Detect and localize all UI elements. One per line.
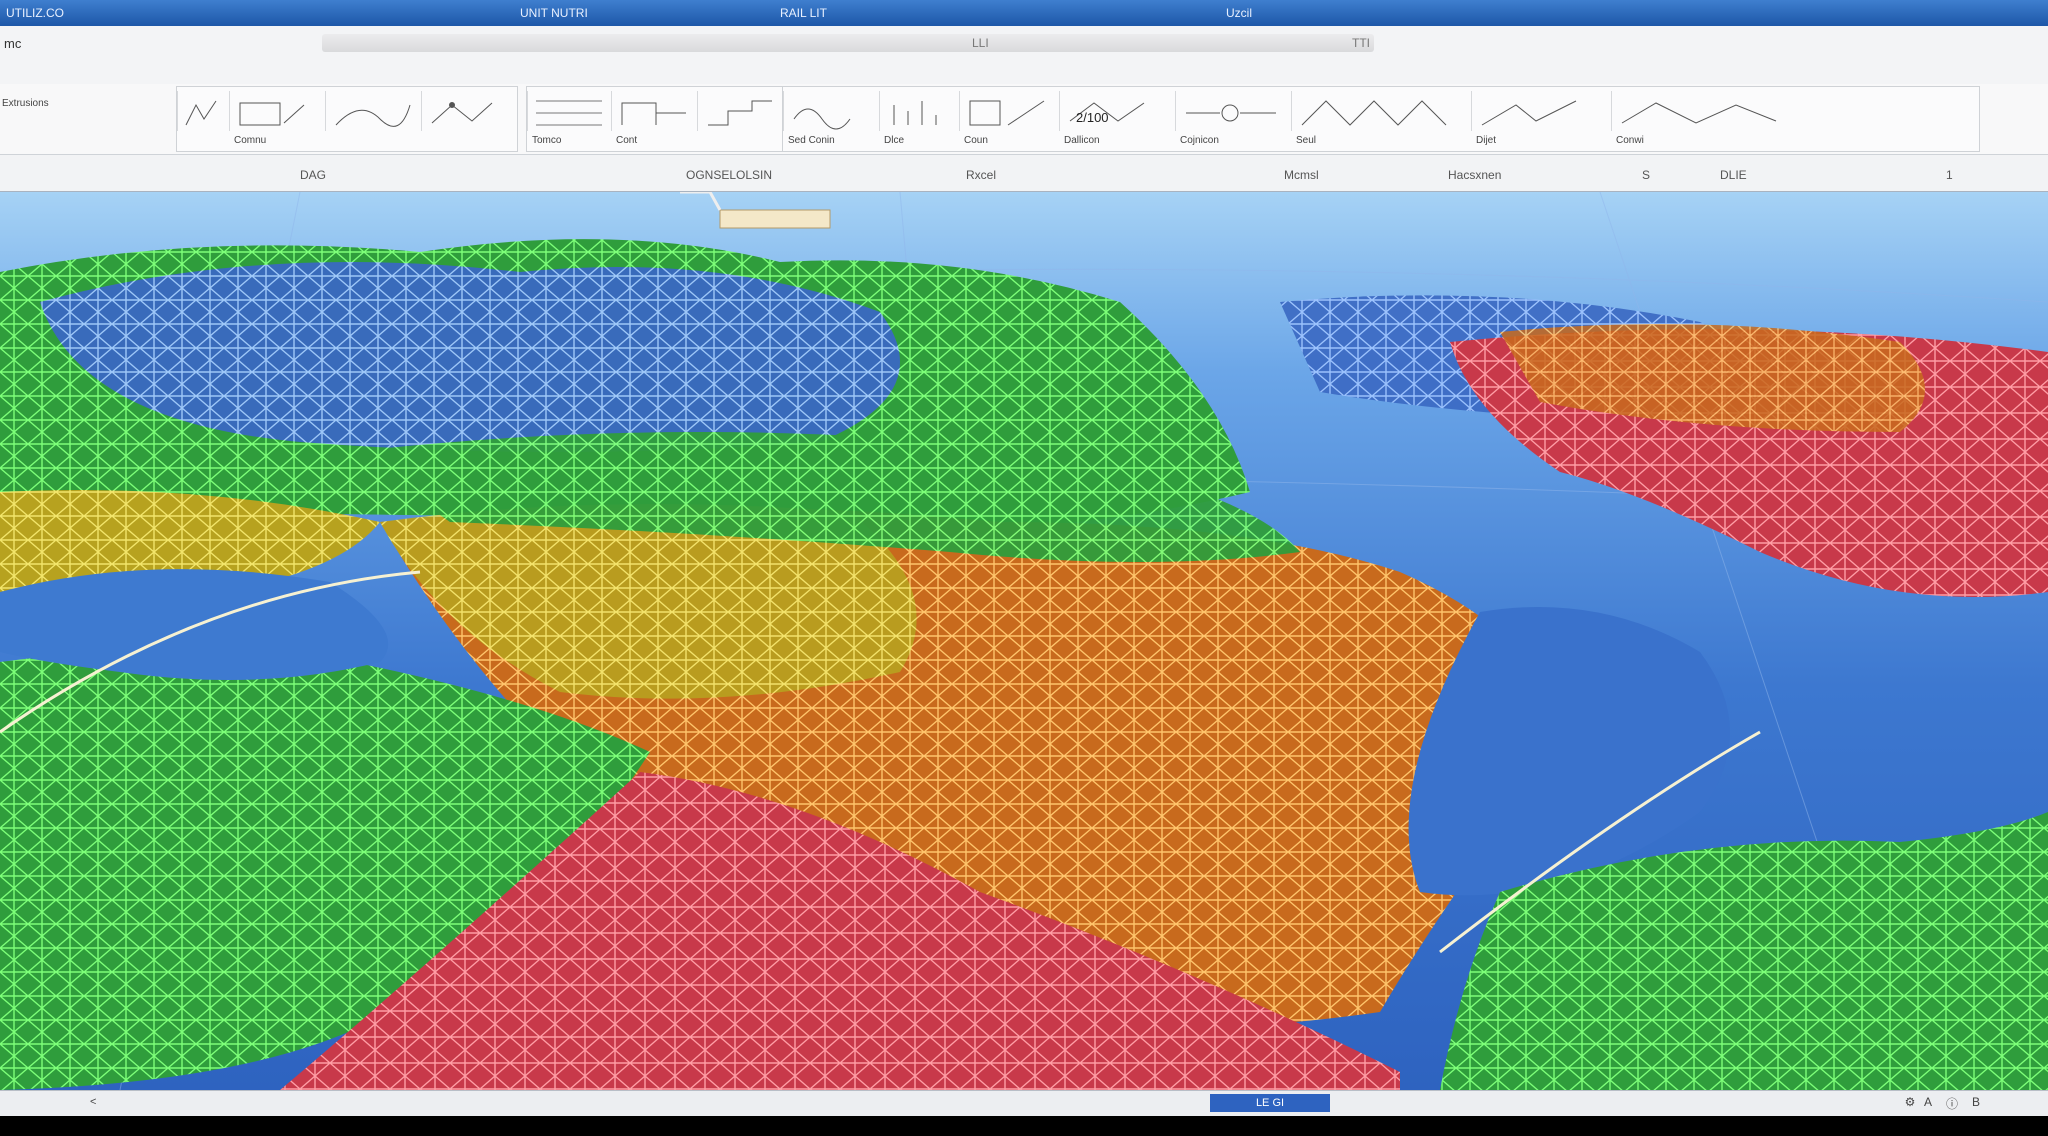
tool-caption: Sed Conin <box>788 135 835 146</box>
ribbon-group-1: Comnu <box>176 86 518 152</box>
title-mid: UNIT NUTRI <box>520 6 588 20</box>
tool-seul[interactable]: Seul <box>1291 91 1472 146</box>
panel-label: Extrusions <box>2 98 49 109</box>
status-s: S <box>1642 168 1651 182</box>
tool-network[interactable] <box>421 91 518 131</box>
tool-dlce[interactable]: Dlce <box>879 91 960 146</box>
doc-right: TTI <box>1352 36 1370 50</box>
wave-icon <box>793 108 851 130</box>
doc-title: LLI <box>972 36 989 50</box>
title-left: UTILIZ.CO <box>6 6 65 20</box>
status-1: 1 <box>1946 168 1953 182</box>
tool-caption: Cojnicon <box>1180 135 1219 146</box>
shape-icon <box>239 102 305 126</box>
title-center: RAIL LIT <box>780 6 827 20</box>
scroll-left-button[interactable]: < <box>90 1096 96 1108</box>
b-icon[interactable]: B <box>1968 1095 1984 1111</box>
status-right3: DLIE <box>1720 168 1747 182</box>
map-viewport[interactable] <box>0 192 2048 1090</box>
link-icon <box>1186 104 1276 122</box>
tool-caption: Dlce <box>884 135 905 146</box>
spark-icon <box>1481 100 1577 126</box>
branch-icon <box>621 102 686 125</box>
status-right2: Hacsxnen <box>1448 168 1502 182</box>
grid-icon <box>536 100 602 126</box>
tool-coun[interactable]: Coun <box>959 91 1060 146</box>
tool-caption: Tomco <box>532 135 562 146</box>
ribbon-toolbar: Extrusions Comnu Tomco Cont Sed Conin Dl… <box>0 84 2048 155</box>
terrain-mesh[interactable] <box>0 192 2048 1090</box>
ribbon-group-2: Tomco Cont <box>526 86 784 152</box>
gear-icon[interactable]: ⚙ <box>1902 1095 1918 1111</box>
curve-icon <box>335 104 411 127</box>
polyline-icon <box>185 100 217 126</box>
status-center: OGNSELOLSIN <box>686 168 773 182</box>
status-right1: Mcmsl <box>1284 168 1319 182</box>
sketch-icon <box>1621 102 1777 124</box>
tool-caption: Dallicon <box>1064 135 1100 146</box>
tool-cojnicon[interactable]: Cojnicon <box>1175 91 1292 146</box>
a-icon[interactable]: A <box>1920 1095 1936 1111</box>
tool-comnu[interactable]: Comnu <box>229 91 326 146</box>
tool-caption: Comnu <box>234 135 267 146</box>
vessel-marker <box>680 192 831 229</box>
tab-active[interactable]: LE GI <box>1210 1094 1330 1112</box>
tool-caption: Conwi <box>1616 135 1644 146</box>
bottom-bar: < LE GI ⚙ A ⓘ B <box>0 1090 2048 1117</box>
value-display: 2/100 <box>1076 110 1109 125</box>
tool-conwi[interactable]: Conwi <box>1611 91 1796 146</box>
info-icon[interactable]: ⓘ <box>1944 1095 1960 1111</box>
step-icon <box>708 100 772 126</box>
status-mid: Rxcel <box>966 168 997 182</box>
tool-step[interactable] <box>697 91 784 131</box>
tool-caption: Coun <box>964 135 988 146</box>
frame-icon <box>969 100 1045 126</box>
tool-caption: Dijet <box>1476 135 1497 146</box>
bars-icon <box>893 101 937 125</box>
status-dag: DAG <box>300 168 327 182</box>
menu-row: mc LLI TTI <box>0 26 2048 85</box>
tool-tomco[interactable]: Tomco <box>527 91 612 146</box>
network-icon <box>431 102 493 124</box>
title-right: Uzcil <box>1226 6 1252 20</box>
tool-polyline[interactable] <box>177 91 230 131</box>
tool-curve[interactable] <box>325 91 422 131</box>
screen-bezel <box>0 1116 2048 1136</box>
document-tab[interactable]: LLI TTI <box>322 34 1374 52</box>
tool-dijet[interactable]: Dijet <box>1471 91 1612 146</box>
app-name: mc <box>4 36 22 51</box>
tool-caption: Seul <box>1296 135 1317 146</box>
tool-sed-conin[interactable]: Sed Conin <box>783 91 880 146</box>
ribbon-group-3: Sed Conin Dlce Coun Dallicon Cojnicon Se… <box>782 86 1980 152</box>
window-title-bar: UTILIZ.CO UNIT NUTRI RAIL LIT Uzcil <box>0 0 2048 26</box>
zigzag-icon <box>1301 100 1447 126</box>
tool-cont[interactable]: Cont <box>611 91 698 146</box>
tool-caption: Cont <box>616 135 638 146</box>
status-row: DAG OGNSELOLSIN Rxcel Mcmsl Hacsxnen S D… <box>0 155 2048 193</box>
